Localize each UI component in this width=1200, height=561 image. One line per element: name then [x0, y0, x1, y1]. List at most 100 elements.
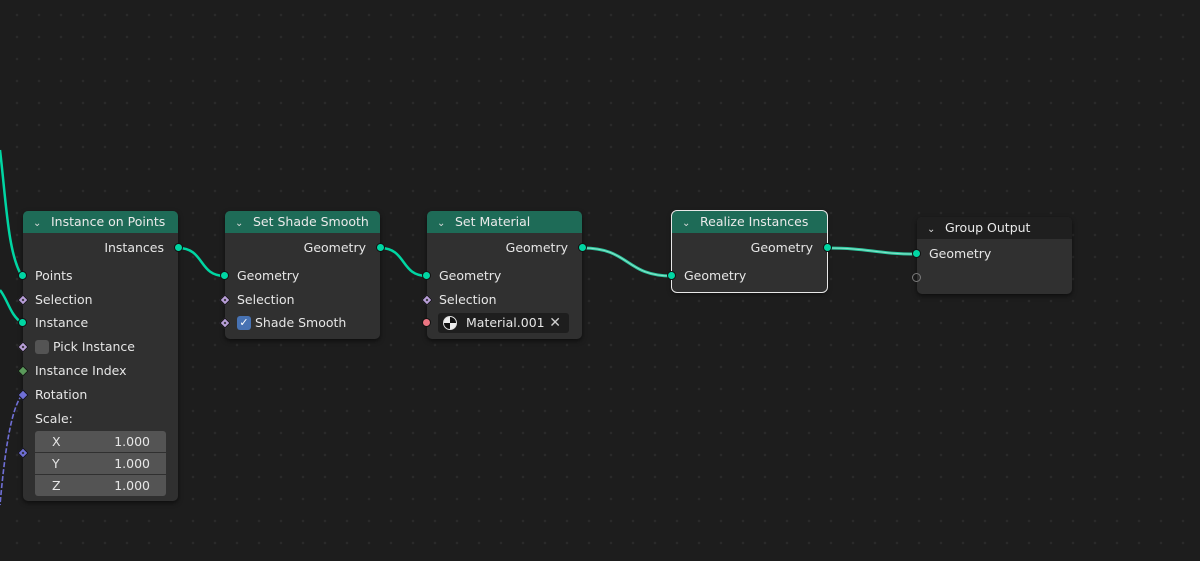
scale-x-field[interactable]: X 1.000	[35, 431, 166, 452]
axis-label: Z	[52, 478, 61, 493]
geometry-socket[interactable]	[220, 271, 229, 280]
node-realize-instances[interactable]: ⌄ Realize Instances Geometry Geometry	[667, 210, 832, 293]
input-pick-instance: Pick Instance	[17, 337, 178, 357]
input-geometry: Geometry	[422, 266, 582, 286]
socket-label: Geometry	[684, 268, 747, 283]
node-set-shade-smooth[interactable]: ⌄ Set Shade Smooth Geometry Geometry Sele…	[219, 211, 385, 339]
output-instances: Instances	[23, 238, 183, 258]
vector-field-socket[interactable]	[17, 447, 29, 459]
scale-z-field[interactable]: Z 1.000	[35, 475, 166, 496]
input-material: Material.001 ✕	[422, 313, 582, 333]
input-geometry: Geometry	[220, 266, 380, 286]
rotation-socket[interactable]	[17, 389, 29, 401]
boolean-field-socket[interactable]	[219, 317, 231, 329]
output-geometry: Geometry	[427, 238, 587, 258]
link-set-material-to-realize-highlight	[582, 247, 673, 277]
input-empty	[912, 268, 1072, 288]
x-icon[interactable]: ✕	[549, 313, 561, 333]
axis-value: 1.000	[114, 478, 150, 493]
socket-label: Pick Instance	[53, 339, 135, 354]
node-title: Realize Instances	[700, 214, 809, 229]
socket-label: Geometry	[237, 268, 300, 283]
input-instance: Instance	[18, 313, 178, 333]
geometry-socket[interactable]	[912, 249, 921, 258]
link-set-material-to-realize	[582, 246, 673, 278]
node-header[interactable]: ⌄ Set Shade Smooth	[225, 211, 380, 233]
checkmark-icon: ✓	[239, 316, 249, 329]
input-instance-index: Instance Index	[17, 361, 178, 381]
output-geometry: Geometry	[225, 238, 385, 258]
node-header[interactable]: ⌄ Group Output	[917, 217, 1072, 239]
input-geometry: Geometry	[667, 266, 827, 286]
link-realize-to-group-output	[826, 246, 918, 256]
geometry-socket[interactable]	[18, 271, 27, 280]
input-rotation: Rotation	[17, 385, 178, 405]
input-selection: Selection	[421, 290, 582, 310]
node-header[interactable]: ⌄ Set Material	[427, 211, 582, 233]
chevron-down-icon[interactable]: ⌄	[927, 219, 941, 241]
axis-value: 1.000	[114, 434, 150, 449]
shade-smooth-checkbox[interactable]: ✓	[237, 316, 251, 330]
output-geometry: Geometry	[672, 238, 832, 258]
chevron-down-icon[interactable]: ⌄	[437, 213, 451, 235]
pick-instance-checkbox[interactable]	[35, 340, 49, 354]
socket-label: Geometry	[929, 246, 992, 261]
geometry-socket[interactable]	[823, 243, 832, 252]
node-title: Set Material	[455, 214, 531, 229]
input-selection: Selection	[17, 290, 178, 310]
input-geometry: Geometry	[912, 244, 1072, 264]
material-socket[interactable]	[422, 318, 431, 327]
chevron-down-icon[interactable]: ⌄	[33, 213, 47, 235]
scale-vector-field: X 1.000 Y 1.000 Z 1.000	[35, 431, 166, 496]
link-instances-to-shade-smooth	[177, 246, 226, 278]
socket-label: Geometry	[303, 240, 366, 255]
empty-socket[interactable]	[912, 273, 921, 282]
axis-label: Y	[52, 456, 60, 471]
material-sphere-icon	[443, 316, 457, 330]
input-points: Points	[18, 266, 178, 286]
node-title: Instance on Points	[51, 214, 166, 229]
node-header[interactable]: ⌄ Realize Instances	[672, 211, 827, 233]
material-name: Material.001	[466, 315, 545, 330]
geometry-socket[interactable]	[578, 243, 587, 252]
material-selector[interactable]: Material.001 ✕	[438, 313, 569, 333]
socket-label: Points	[35, 268, 73, 283]
node-group-output[interactable]: ⌄ Group Output Geometry	[912, 217, 1072, 294]
link-into-points	[0, 149, 24, 277]
geometry-socket[interactable]	[422, 271, 431, 280]
geometry-socket[interactable]	[18, 318, 27, 327]
input-selection: Selection	[219, 290, 380, 310]
selection-field-socket[interactable]	[421, 294, 433, 306]
chevron-down-icon[interactable]: ⌄	[235, 213, 249, 235]
socket-label: Geometry	[439, 268, 502, 283]
geometry-socket[interactable]	[667, 271, 676, 280]
socket-label: Selection	[439, 292, 497, 307]
selection-field-socket[interactable]	[17, 294, 29, 306]
input-scale-label: Scale:	[23, 409, 178, 429]
socket-label: Scale:	[35, 411, 73, 426]
link-shade-smooth-to-set-material	[379, 246, 428, 278]
socket-label: Geometry	[505, 240, 568, 255]
axis-value: 1.000	[114, 456, 150, 471]
boolean-field-socket[interactable]	[17, 341, 29, 353]
scale-y-field[interactable]: Y 1.000	[35, 453, 166, 474]
selection-field-socket[interactable]	[219, 294, 231, 306]
node-header[interactable]: ⌄ Instance on Points	[23, 211, 178, 233]
socket-label: Instance	[35, 315, 89, 330]
socket-label: Selection	[35, 292, 93, 307]
node-set-material[interactable]: ⌄ Set Material Geometry Geometry Selectio…	[421, 211, 587, 339]
input-shade-smooth: ✓ Shade Smooth	[219, 313, 380, 333]
chevron-down-icon[interactable]: ⌄	[682, 213, 696, 235]
geometry-socket[interactable]	[376, 243, 385, 252]
socket-label: Rotation	[35, 387, 88, 402]
node-instance-on-points[interactable]: ⌄ Instance on Points Instances Points Sel…	[17, 211, 183, 501]
socket-label: Selection	[237, 292, 295, 307]
axis-label: X	[52, 434, 61, 449]
link-realize-to-group-output-highlight	[826, 247, 918, 255]
node-title: Group Output	[945, 220, 1031, 235]
socket-label: Geometry	[750, 240, 813, 255]
node-title: Set Shade Smooth	[253, 214, 369, 229]
integer-field-socket[interactable]	[17, 365, 29, 377]
geometry-socket[interactable]	[174, 243, 183, 252]
socket-label: Instances	[104, 240, 164, 255]
